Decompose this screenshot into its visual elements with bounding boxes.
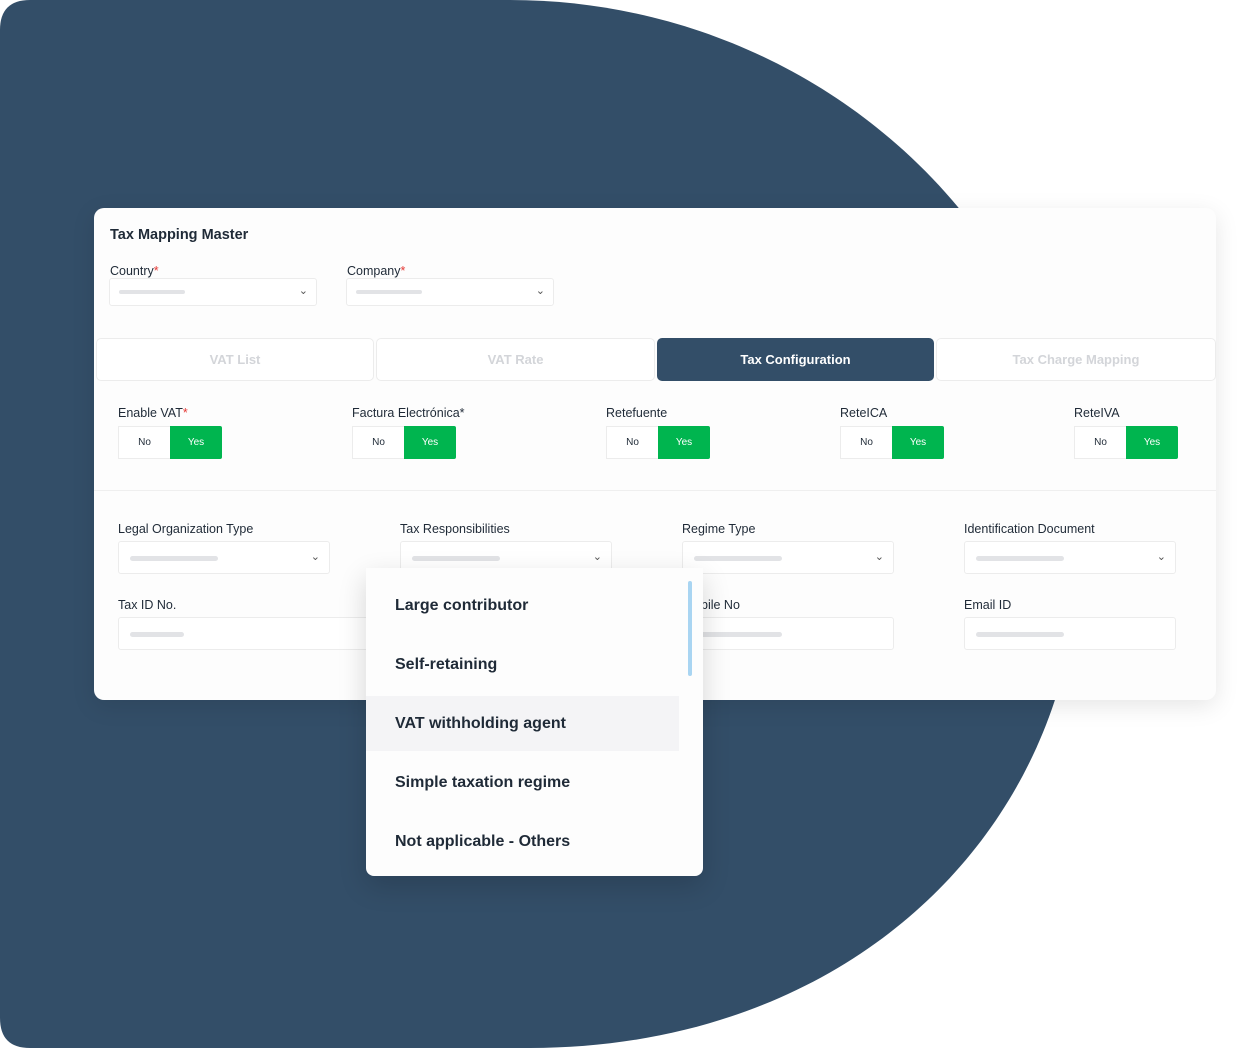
enable-vat-toggle: No Yes [118,426,222,459]
email-id-placeholder [976,632,1064,637]
page-title: Tax Mapping Master [110,227,249,243]
factura-electronica-yes-button[interactable]: Yes [404,426,456,459]
dropdown-option-highlighted[interactable]: VAT withholding agent [366,696,679,751]
identification-document-select[interactable]: ⌄ [964,541,1176,574]
chevron-down-icon: ⌄ [1156,551,1166,563]
tax-id-label: Tax ID No. [118,598,177,612]
country-placeholder [119,290,185,294]
company-select[interactable]: ⌄ [346,278,554,306]
reteica-toggle: No Yes [840,426,944,459]
country-label: Country* [110,264,159,278]
reteiva-no-button[interactable]: No [1074,426,1126,459]
legal-org-type-select[interactable]: ⌄ [118,541,330,574]
tax-responsibilities-dropdown: Large contributor Self-retaining VAT wit… [366,568,703,876]
dropdown-option[interactable]: Simple taxation regime [366,755,679,810]
mobile-no-placeholder [694,632,782,637]
chevron-down-icon: ⌄ [298,285,308,297]
company-label: Company* [347,264,406,278]
enable-vat-yes-button[interactable]: Yes [170,426,222,459]
tab-tax-configuration[interactable]: Tax Configuration [657,338,934,381]
chevron-down-icon: ⌄ [535,285,545,297]
tax-id-placeholder [130,632,184,637]
regime-type-label: Regime Type [682,522,756,536]
chevron-down-icon: ⌄ [310,551,320,563]
enable-vat-label: Enable VAT* [118,406,188,420]
country-select[interactable]: ⌄ [109,278,317,306]
factura-electronica-no-button[interactable]: No [352,426,404,459]
chevron-down-icon: ⌄ [592,551,602,563]
tab-vat-list[interactable]: VAT List [96,338,374,381]
identification-document-placeholder [976,556,1064,561]
retefuente-yes-button[interactable]: Yes [658,426,710,459]
reteiva-toggle: No Yes [1074,426,1178,459]
factura-electronica-toggle: No Yes [352,426,456,459]
dropdown-option[interactable]: Large contributor [366,578,679,633]
legal-org-type-label: Legal Organization Type [118,522,254,536]
reteiva-label: ReteIVA [1074,406,1120,420]
tab-vat-rate[interactable]: VAT Rate [376,338,655,381]
tax-id-input[interactable] [118,617,378,650]
tab-tax-charge-mapping[interactable]: Tax Charge Mapping [936,338,1216,381]
dropdown-option[interactable]: Not applicable - Others [366,814,679,869]
reteica-yes-button[interactable]: Yes [892,426,944,459]
reteica-label: ReteICA [840,406,888,420]
mobile-no-input[interactable] [682,617,894,650]
email-id-input[interactable] [964,617,1176,650]
tax-responsibilities-placeholder [412,556,500,561]
identification-document-label: Identification Document [964,522,1095,536]
enable-vat-no-button[interactable]: No [118,426,170,459]
regime-type-select[interactable]: ⌄ [682,541,894,574]
factura-electronica-label: Factura Electrónica* [352,406,465,420]
legal-org-type-placeholder [130,556,218,561]
regime-type-placeholder [694,556,782,561]
retefuente-no-button[interactable]: No [606,426,658,459]
tax-responsibilities-label: Tax Responsibilities [400,522,510,536]
retefuente-label: Retefuente [606,406,668,420]
dropdown-option[interactable]: Self-retaining [366,637,679,692]
email-id-label: Email ID [964,598,1012,612]
section-divider [94,490,1216,491]
company-placeholder [356,290,422,294]
reteiva-yes-button[interactable]: Yes [1126,426,1178,459]
reteica-no-button[interactable]: No [840,426,892,459]
retefuente-toggle: No Yes [606,426,710,459]
mobile-no-label: bile No [701,598,740,612]
chevron-down-icon: ⌄ [874,551,884,563]
dropdown-scrollbar[interactable] [688,581,692,676]
